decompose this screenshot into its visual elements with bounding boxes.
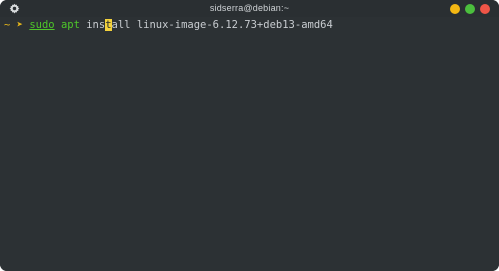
close-button[interactable]: [480, 4, 490, 14]
window-title: sidserra@debian:~: [209, 3, 290, 13]
maximize-button[interactable]: [465, 4, 475, 14]
minimize-button[interactable]: [450, 4, 460, 14]
command-sudo: sudo: [29, 19, 55, 31]
prompt-directory: ~: [4, 19, 11, 31]
package-argument: linux-image-6.12.73+deb13-amd64: [136, 19, 333, 31]
prompt-arrow-icon: ➤: [16, 19, 23, 31]
action-suffix: all: [111, 19, 131, 31]
title-bar[interactable]: sidserra@debian:~: [0, 0, 499, 17]
terminal-content[interactable]: ~ ➤ sudo apt install linux-image-6.12.73…: [0, 17, 499, 271]
terminal-window: sidserra@debian:~ ~ ➤ sudo apt install l…: [0, 0, 499, 271]
command-line: ~ ➤ sudo apt install linux-image-6.12.73…: [4, 19, 333, 32]
action-prefix: ins: [86, 19, 106, 31]
command-apt: apt: [60, 19, 80, 31]
